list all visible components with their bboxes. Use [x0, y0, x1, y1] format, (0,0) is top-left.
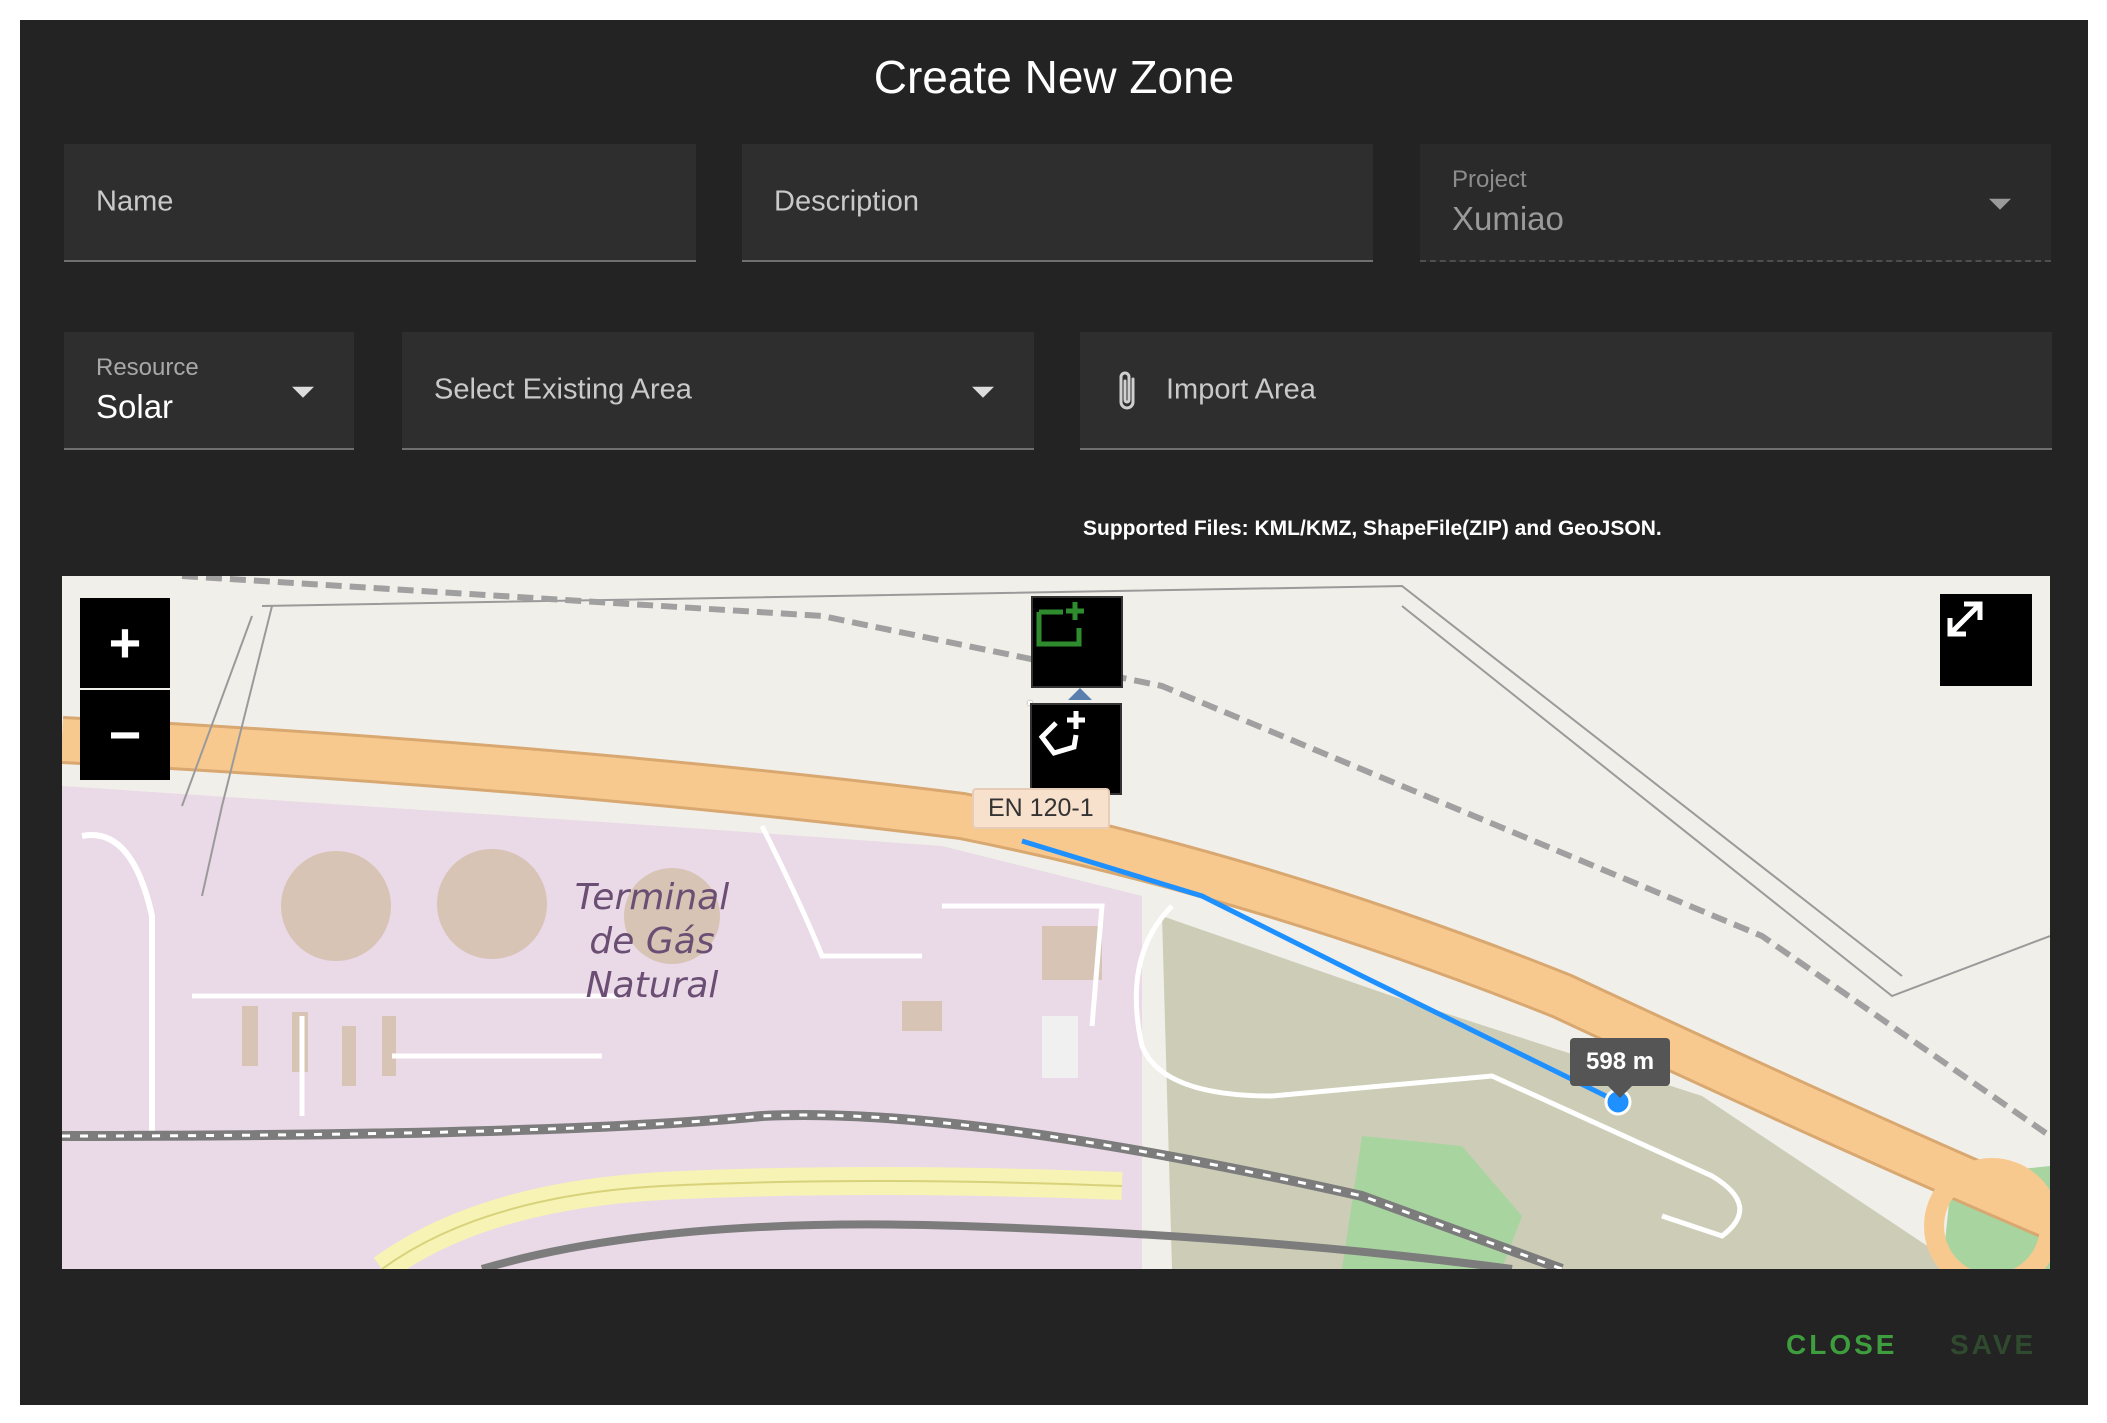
place-label-line: de Gás: [589, 921, 715, 962]
chevron-down-icon: [292, 386, 314, 398]
place-label-line: Natural: [585, 965, 719, 1006]
paperclip-icon: [1114, 369, 1140, 418]
resource-label: Resource: [96, 354, 199, 381]
chevron-down-icon: [972, 386, 994, 398]
resource-select[interactable]: Resource Solar: [64, 332, 354, 450]
place-label-line: Terminal: [574, 877, 730, 918]
existing-area-select[interactable]: Select Existing Area: [402, 332, 1034, 450]
save-button[interactable]: SAVE: [1944, 1328, 2042, 1362]
name-input[interactable]: Name: [64, 144, 696, 262]
fullscreen-button[interactable]: [1940, 594, 2032, 686]
zoom-in-icon: +: [108, 611, 142, 674]
description-input[interactable]: Description: [742, 144, 1373, 262]
project-label: Project: [1452, 166, 1527, 193]
fullscreen-icon: [1947, 601, 1983, 637]
draw-polygon-icon: [1038, 711, 1085, 756]
measure-tooltip: 598 m: [1570, 1038, 1671, 1098]
close-button[interactable]: CLOSE: [1780, 1328, 1903, 1362]
chevron-down-icon: [1989, 198, 2011, 210]
zoom-in-button[interactable]: +: [80, 598, 170, 688]
resource-value: Solar: [96, 388, 174, 425]
zoom-out-button[interactable]: −: [80, 690, 170, 780]
existing-area-placeholder: Select Existing Area: [434, 373, 692, 406]
draw-polygon-button[interactable]: [1030, 703, 1122, 795]
description-placeholder: Description: [774, 185, 920, 218]
map-canvas[interactable]: + − EN 120-1 Terminal de Gás Natural 598…: [62, 576, 2050, 1269]
create-zone-dialog: Create New Zone Name Description Project…: [20, 20, 2088, 1405]
import-area-input[interactable]: Import Area: [1080, 332, 2052, 450]
draw-rectangle-button[interactable]: [1031, 596, 1123, 688]
road-label: EN 120-1: [972, 788, 1110, 829]
project-value: Xumiao: [1452, 200, 1564, 237]
zoom-out-icon: −: [108, 703, 142, 766]
draw-toolbar: [1028, 701, 1122, 795]
draw-rectangle-icon: [1036, 602, 1084, 647]
project-select[interactable]: Project Xumiao: [1420, 144, 2051, 262]
toolbar-pointer: [1068, 688, 1092, 700]
supported-files-hint: Supported Files: KML/KMZ, ShapeFile(ZIP)…: [1083, 517, 1662, 540]
name-placeholder: Name: [96, 185, 174, 218]
place-label: Terminal de Gás Natural: [532, 876, 772, 1008]
import-area-label: Import Area: [1166, 373, 1316, 406]
dialog-title: Create New Zone: [873, 51, 1235, 103]
